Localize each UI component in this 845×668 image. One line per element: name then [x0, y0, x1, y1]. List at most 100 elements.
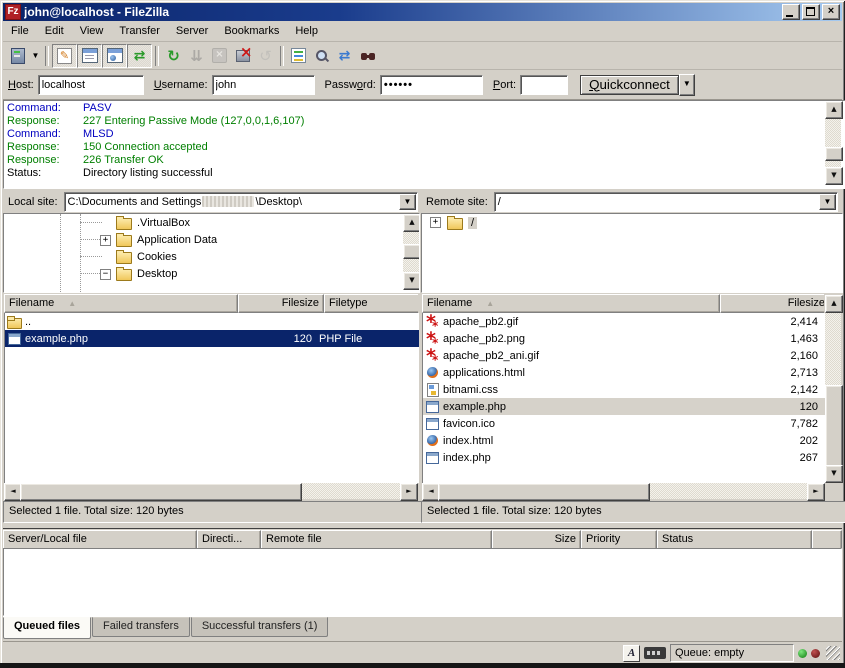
file-row[interactable]: example.php120PHP File1 — [5, 330, 419, 347]
toggle-message-log-button[interactable]: ✎ — [52, 44, 77, 68]
remote-list-scrollbar[interactable]: ▲ ▼ — [825, 295, 841, 483]
log-line: Response:226 Transfer OK — [7, 154, 845, 167]
toggle-queue-button[interactable]: ⇄ — [127, 44, 152, 68]
column-header-filesize[interactable]: Filesize — [720, 294, 824, 313]
window-title: john@localhost - FileZilla — [24, 5, 780, 19]
port-input[interactable] — [520, 75, 568, 95]
process-queue-button[interactable]: ⇊ — [185, 45, 208, 67]
menu-file[interactable]: File — [3, 23, 37, 39]
chevron-down-icon[interactable]: ▼ — [819, 194, 836, 210]
column-header-filesize[interactable]: Filesize — [238, 294, 324, 313]
toolbar-separator — [45, 46, 49, 66]
maximize-button[interactable] — [802, 4, 820, 20]
remote-root-label: / — [468, 217, 477, 229]
menu-transfer[interactable]: Transfer — [111, 23, 168, 39]
scroll-down-icon[interactable]: ▼ — [403, 272, 420, 290]
tree-item[interactable]: −Desktop — [4, 265, 419, 282]
scroll-right-icon[interactable]: ► — [400, 483, 418, 501]
refresh-button[interactable]: ↻ — [162, 45, 185, 67]
tab-failed-transfers[interactable]: Failed transfers — [92, 617, 190, 637]
scroll-down-icon[interactable]: ▼ — [825, 167, 843, 185]
tree-item[interactable]: .VirtualBox — [4, 214, 419, 231]
local-status-text: Selected 1 file. Total size: 120 bytes — [3, 501, 425, 523]
scroll-down-icon[interactable]: ▼ — [825, 465, 843, 483]
apache-file-icon — [425, 314, 441, 330]
quickconnect-dropdown[interactable]: ▼ — [679, 74, 695, 96]
encryption-indicator-icon — [644, 647, 666, 659]
file-row[interactable]: index.php267 — [423, 449, 825, 466]
toggle-local-tree-button[interactable] — [77, 44, 102, 68]
queue-column-size[interactable]: Size — [492, 530, 581, 550]
queue-column-serverlocalfile[interactable]: Server/Local file — [3, 530, 197, 550]
scroll-right-icon[interactable]: ► — [807, 483, 825, 501]
file-row[interactable]: applications.html2,713 — [423, 364, 825, 381]
queue-column-priority[interactable]: Priority — [581, 530, 657, 550]
tree-item[interactable]: +Application Data — [4, 231, 419, 248]
file-row[interactable]: apache_pb2.gif2,414 — [423, 313, 825, 330]
log-scrollbar[interactable]: ▲ ▼ — [825, 101, 841, 185]
reconnect-button[interactable]: ↺ — [254, 45, 277, 67]
chevron-down-icon[interactable]: ▼ — [399, 194, 416, 210]
disconnect-button[interactable] — [231, 45, 254, 67]
toggle-queue-icon: ⇄ — [134, 48, 146, 64]
scroll-up-icon[interactable]: ▲ — [825, 295, 843, 313]
directory-filters-button[interactable] — [287, 45, 310, 67]
scroll-up-icon[interactable]: ▲ — [825, 101, 843, 119]
tree-item[interactable]: + / — [422, 214, 842, 231]
queue-column-status[interactable]: Status — [657, 530, 812, 550]
file-row[interactable]: index.html202 — [423, 432, 825, 449]
password-input[interactable] — [380, 75, 483, 95]
site-manager-dropdown-icon[interactable]: ▼ — [29, 45, 42, 67]
tree-item[interactable]: Cookies — [4, 248, 419, 265]
folder-icon — [116, 218, 132, 230]
quickconnect-button[interactable]: Quickconnect — [580, 75, 679, 95]
file-row[interactable]: apache_pb2_ani.gif2,160 — [423, 347, 825, 364]
tab-successful-transfers-[interactable]: Successful transfers (1) — [191, 617, 329, 637]
cancel-operation-button[interactable]: × — [208, 45, 231, 67]
column-header-filetype[interactable]: Filetype — [324, 294, 418, 313]
local-hscrollbar[interactable]: ◄ ► — [4, 483, 418, 499]
scroll-up-icon[interactable]: ▲ — [403, 214, 420, 232]
close-button[interactable]: × — [822, 4, 840, 20]
filename: applications.html — [443, 367, 525, 379]
menu-bookmarks[interactable]: Bookmarks — [216, 23, 287, 39]
activity-led-green-icon — [798, 649, 807, 658]
menu-help[interactable]: Help — [287, 23, 326, 39]
menu-server[interactable]: Server — [168, 23, 216, 39]
queue-tabs: Queued filesFailed transfersSuccessful t… — [3, 616, 842, 639]
remote-path: / — [498, 196, 501, 208]
local-tree-scrollbar[interactable]: ▲ ▼ — [403, 214, 419, 290]
username-input[interactable] — [212, 75, 315, 95]
minimize-button[interactable] — [782, 4, 800, 20]
remote-site-combo[interactable]: / ▼ — [494, 192, 838, 212]
tab-queued-files[interactable]: Queued files — [3, 617, 91, 639]
synchronized-browsing-button[interactable]: ⇄ — [333, 45, 356, 67]
queue-column-directi[interactable]: Directi... — [197, 530, 261, 550]
column-header-filename[interactable]: Filename▲ — [422, 294, 720, 313]
titlebar: Fz john@localhost - FileZilla × — [3, 3, 842, 21]
menu-edit[interactable]: Edit — [37, 23, 72, 39]
username-label: Username: — [154, 79, 208, 91]
expander-plus-icon[interactable]: + — [430, 217, 441, 228]
local-site-combo[interactable]: C:\Documents and Settings\Desktop\ ▼ — [64, 192, 418, 212]
expander-plus-icon[interactable]: + — [100, 235, 111, 246]
resize-grip[interactable] — [826, 646, 840, 660]
file-row[interactable]: .. — [5, 313, 419, 330]
php-file-icon — [425, 416, 441, 432]
remote-hscrollbar[interactable]: ◄ ► — [422, 483, 825, 499]
host-input[interactable] — [38, 75, 144, 95]
find-files-button[interactable] — [356, 45, 379, 67]
file-row[interactable]: bitnami.css2,142 — [423, 381, 825, 398]
file-row[interactable]: favicon.ico7,782 — [423, 415, 825, 432]
directory-comparison-button[interactable] — [310, 45, 333, 67]
php-file-icon — [425, 450, 441, 466]
file-row[interactable]: example.php120 — [423, 398, 825, 415]
menu-view[interactable]: View — [72, 23, 112, 39]
toggle-remote-tree-button[interactable] — [102, 44, 127, 68]
toolbar-separator — [280, 46, 284, 66]
file-row[interactable]: apache_pb2.png1,463 — [423, 330, 825, 347]
column-header-filename[interactable]: Filename▲ — [4, 294, 238, 313]
queue-column-remotefile[interactable]: Remote file — [261, 530, 492, 550]
expander-minus-icon[interactable]: − — [100, 269, 111, 280]
site-manager-button[interactable] — [6, 45, 29, 67]
